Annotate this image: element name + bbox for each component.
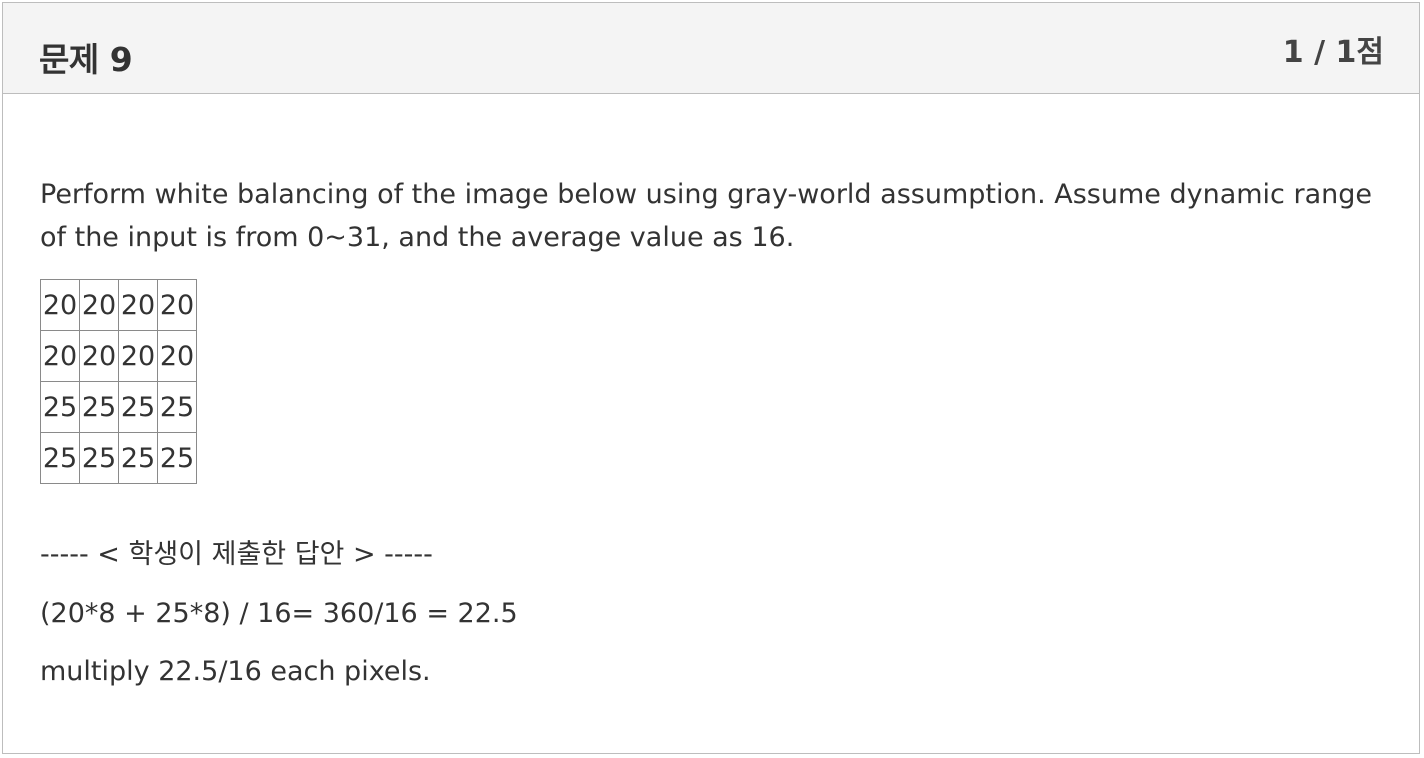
table-row: 25 25 25 25 [40, 432, 197, 484]
table-row: 20 20 20 20 [40, 279, 197, 331]
question-card: 문제 9 1 / 1점 Perform white balancing of t… [2, 2, 1420, 754]
answer-header: ----- < 학생이 제출한 답안 > ----- [40, 539, 433, 570]
table-cell: 25 [79, 381, 119, 433]
table-cell: 25 [157, 381, 197, 433]
table-cell: 25 [118, 381, 158, 433]
question-header: 문제 9 1 / 1점 [3, 3, 1419, 94]
question-body: Perform white balancing of the image bel… [40, 173, 1379, 687]
table-cell: 25 [157, 432, 197, 484]
answer-line: multiply 22.5/16 each pixels. [40, 656, 431, 687]
table-cell: 20 [79, 279, 119, 331]
table-cell: 20 [79, 330, 119, 382]
table-row: 25 25 25 25 [40, 381, 197, 433]
table-cell: 25 [118, 432, 158, 484]
table-cell: 20 [40, 279, 80, 331]
table-cell: 20 [118, 279, 158, 331]
table-cell: 20 [157, 330, 197, 382]
table-cell: 25 [40, 381, 80, 433]
table-cell: 25 [40, 432, 80, 484]
question-prompt: Perform white balancing of the image bel… [40, 179, 1372, 253]
question-title: 문제 9 [39, 40, 133, 79]
table-cell: 20 [157, 279, 197, 331]
question-score: 1 / 1점 [1282, 35, 1384, 70]
answer-line: (20*8 + 25*8) / 16= 360/16 = 22.5 [40, 598, 518, 629]
table-cell: 20 [118, 330, 158, 382]
table-row: 20 20 20 20 [40, 330, 197, 382]
pixel-table: 20 20 20 20 20 20 20 20 25 25 25 25 25 2… [40, 279, 197, 484]
table-cell: 25 [79, 432, 119, 484]
table-cell: 20 [40, 330, 80, 382]
